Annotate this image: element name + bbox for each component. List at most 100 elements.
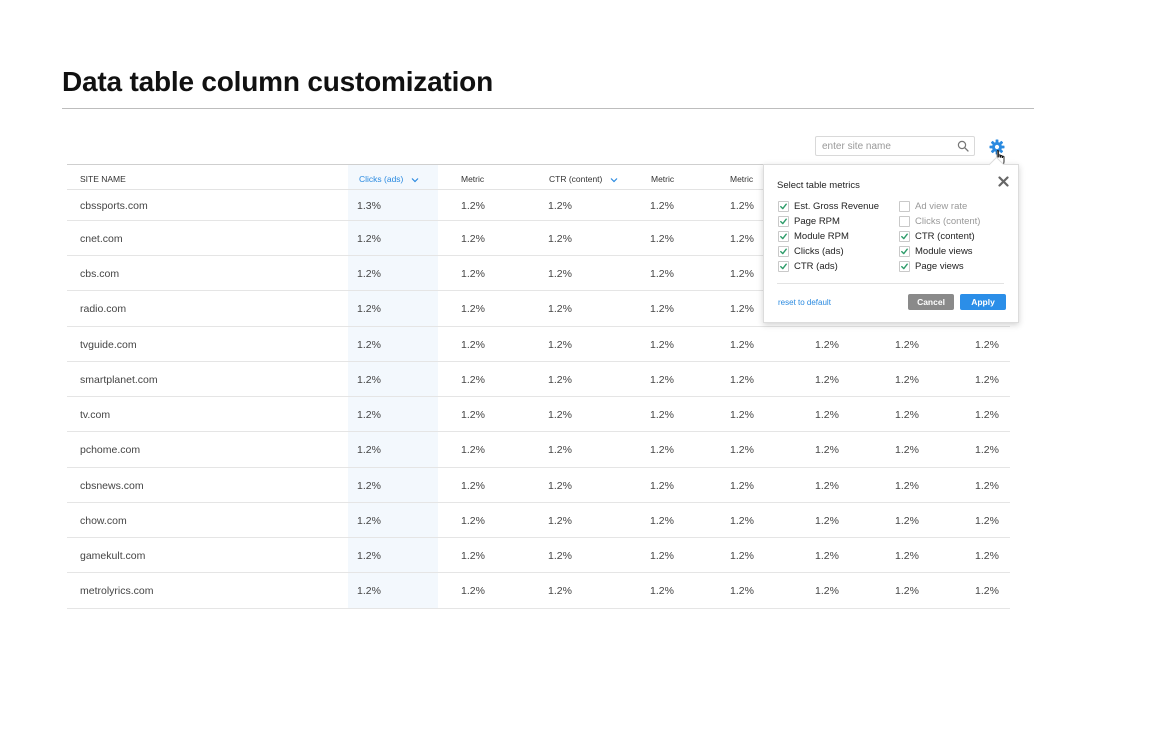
metric-cell: 1.2% [730, 585, 754, 597]
metric-cell: 1.2% [461, 409, 485, 421]
reset-to-default-link[interactable]: reset to default [778, 298, 831, 307]
metric-cell: 1.2% [461, 268, 485, 280]
metric-checkbox[interactable] [899, 201, 910, 212]
metric-cell: 1.2% [815, 374, 839, 386]
metric-cell: 1.2% [650, 303, 674, 315]
page-title: Data table column customization [62, 66, 493, 97]
metric-cell: 1.2% [357, 480, 381, 492]
metric-cell: 1.2% [650, 585, 674, 597]
table-row: metrolyrics.com 1.2% 1.2% 1.2% 1.2% 1.2% 1.2% 1… [67, 573, 1010, 609]
site-name-cell: cnet.com [80, 233, 123, 245]
metric-cell: 1.2% [548, 233, 572, 245]
metric-cell: 1.2% [357, 339, 381, 351]
metric-cell: 1.2% [548, 444, 572, 456]
metric-checkbox[interactable] [778, 231, 789, 242]
metric-cell: 1.2% [730, 233, 754, 245]
site-name-cell: chow.com [80, 515, 127, 527]
metric-cell: 1.2% [650, 550, 674, 562]
check-icon [780, 233, 787, 240]
chevron-down-icon [411, 177, 419, 183]
metric-cell: 1.2% [730, 515, 754, 527]
site-name-cell: cbs.com [80, 268, 120, 280]
metric-cell: 1.2% [357, 550, 381, 562]
metric-cell: 1.2% [548, 480, 572, 492]
metric-cell: 1.2% [357, 303, 381, 315]
metric-cell: 1.2% [730, 339, 754, 351]
metric-cell: 1.2% [895, 585, 919, 597]
metric-checkbox[interactable] [778, 201, 789, 212]
metric-option[interactable]: Module views [899, 246, 1017, 258]
metric-cell: 1.2% [548, 374, 572, 386]
metric-cell: 1.2% [895, 515, 919, 527]
close-icon[interactable] [998, 176, 1009, 187]
metric-checkbox[interactable] [899, 246, 910, 257]
popover-divider [777, 283, 1004, 284]
metric-cell: 1.2% [730, 268, 754, 280]
metric-cell: 1.2% [895, 409, 919, 421]
metric-checkbox[interactable] [899, 231, 910, 242]
page: Data table column customization SITE NAM… [0, 0, 1162, 749]
metric-cell: 1.2% [815, 515, 839, 527]
metric-cell: 1.2% [357, 374, 381, 386]
metric-cell: 1.2% [548, 268, 572, 280]
table-row: gamekult.com 1.2% 1.2% 1.2% 1.2% 1.2% 1.2% 1.2%… [67, 538, 1010, 573]
metric-cell: 1.2% [975, 585, 999, 597]
title-divider [62, 108, 1034, 109]
search-icon[interactable] [957, 140, 969, 152]
search-box [815, 136, 975, 156]
metric-label: Clicks (content) [915, 216, 981, 227]
metric-checkbox[interactable] [778, 216, 789, 227]
metric-cell: 1.2% [895, 444, 919, 456]
metric-checkbox[interactable] [778, 261, 789, 272]
metric-checkbox[interactable] [899, 261, 910, 272]
metric-cell: 1.2% [357, 233, 381, 245]
metric-checkbox[interactable] [778, 246, 789, 257]
metric-option[interactable]: Page views [899, 261, 1017, 273]
metric-cell: 1.2% [650, 374, 674, 386]
header-clicks-ads[interactable]: Clicks (ads) [359, 174, 419, 184]
site-name-cell: cbssports.com [80, 200, 148, 212]
search-input[interactable] [822, 138, 952, 154]
check-icon [901, 263, 908, 270]
header-ctr-content[interactable]: CTR (content) [549, 174, 618, 184]
metric-label: CTR (ads) [794, 261, 838, 272]
metric-option[interactable]: Module RPM [778, 231, 896, 243]
check-icon [780, 218, 787, 225]
header-site-name: SITE NAME [80, 174, 126, 184]
metric-cell: 1.2% [548, 585, 572, 597]
site-name-cell: tv.com [80, 409, 111, 421]
metric-option[interactable]: Clicks (content) [899, 216, 1017, 228]
metric-label: Ad view rate [915, 201, 968, 212]
metric-option[interactable]: CTR (content) [899, 231, 1017, 243]
metric-option[interactable]: Ad view rate [899, 201, 1017, 213]
header-metric: Metric [651, 174, 675, 184]
site-name-cell: radio.com [80, 303, 127, 315]
metric-option[interactable]: CTR (ads) [778, 261, 896, 273]
metric-cell: 1.2% [650, 200, 674, 212]
metric-cell: 1.2% [815, 409, 839, 421]
metric-label: Module RPM [794, 231, 849, 242]
metric-cell: 1.2% [975, 550, 999, 562]
header-label: Clicks (ads) [359, 174, 404, 184]
metric-option[interactable]: Page RPM [778, 216, 896, 228]
metric-cell: 1.2% [548, 303, 572, 315]
metric-option[interactable]: Clicks (ads) [778, 246, 896, 258]
cancel-button[interactable]: Cancel [908, 294, 954, 310]
metric-cell: 1.2% [461, 585, 485, 597]
metric-option[interactable]: Est. Gross Revenue [778, 201, 896, 213]
metric-cell: 1.2% [730, 444, 754, 456]
table-row: chow.com 1.2% 1.2% 1.2% 1.2% 1.2% 1.2% 1.2% 1.2% [67, 503, 1010, 538]
metric-cell: 1.2% [650, 233, 674, 245]
metric-cell: 1.2% [548, 409, 572, 421]
table-row: cbsnews.com 1.2% 1.2% 1.2% 1.2% 1.2% 1.2% 1.2% 1… [67, 468, 1010, 503]
metric-cell: 1.2% [730, 550, 754, 562]
metric-checkbox[interactable] [899, 216, 910, 227]
metric-cell: 1.2% [461, 200, 485, 212]
table-row: tv.com 1.2% 1.2% 1.2% 1.2% 1.2% 1.2% 1.2% 1.2% [67, 397, 1010, 432]
check-icon [901, 233, 908, 240]
metric-cell: 1.2% [650, 409, 674, 421]
metric-cell: 1.2% [895, 550, 919, 562]
apply-button[interactable]: Apply [960, 294, 1006, 310]
metric-cell: 1.2% [357, 515, 381, 527]
metric-cell: 1.2% [548, 339, 572, 351]
